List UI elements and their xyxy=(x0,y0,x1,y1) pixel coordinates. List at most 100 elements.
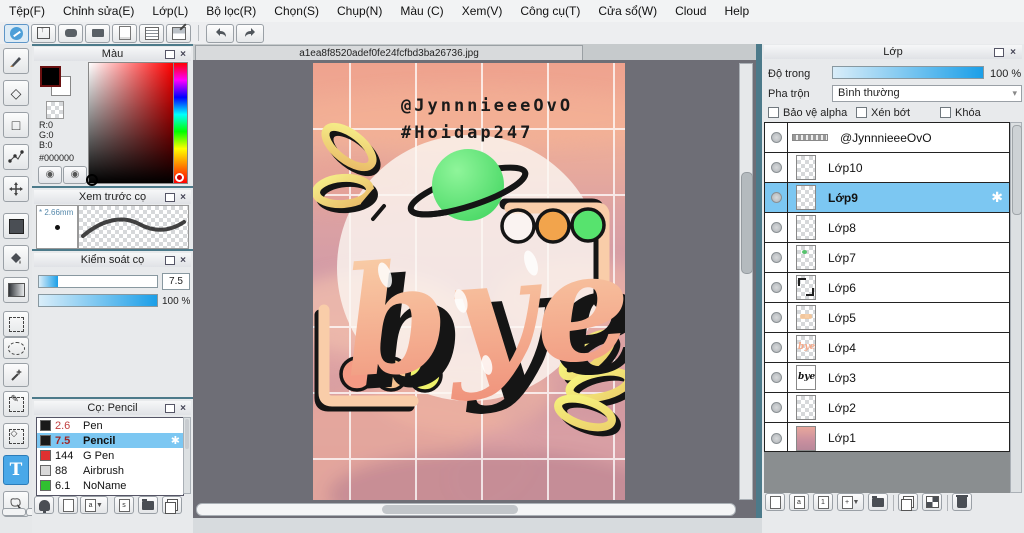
saturation-value-picker[interactable] xyxy=(86,62,174,186)
merge-layer-button[interactable] xyxy=(922,493,942,511)
document-tab[interactable]: a1ea8f8520adef0fe24fcfbd3ba26736.jpg xyxy=(195,45,583,61)
sv-cursor[interactable] xyxy=(86,174,98,186)
horizontal-scroll-thumb[interactable] xyxy=(382,505,518,514)
brush-folder-button[interactable] xyxy=(138,496,158,514)
undo-button[interactable] xyxy=(206,23,234,43)
strip-handle-left[interactable] xyxy=(2,508,26,516)
new-brush-from-button[interactable]: a ▼ xyxy=(80,496,108,514)
menu-filter[interactable]: Bộ lọc(R) xyxy=(197,0,265,22)
popout-icon[interactable] xyxy=(165,50,175,59)
hue-slider[interactable] xyxy=(173,62,188,184)
export-button[interactable] xyxy=(31,23,56,43)
preserve-alpha-checkbox[interactable] xyxy=(768,107,779,118)
clipping-checkbox[interactable] xyxy=(856,107,867,118)
popout-icon[interactable] xyxy=(165,404,175,413)
layer-visibility-toggle[interactable] xyxy=(765,183,788,212)
menu-window[interactable]: Cửa sổ(W) xyxy=(589,0,666,22)
document-button[interactable] xyxy=(112,23,137,43)
delete-layer-button[interactable] xyxy=(952,493,972,511)
foreground-color-swatch[interactable] xyxy=(40,66,61,87)
message-button[interactable] xyxy=(85,23,110,43)
menu-file[interactable]: Tệp(F) xyxy=(0,0,54,22)
gradient-tool[interactable] xyxy=(3,277,29,303)
brush-row-pencil[interactable]: 7.5 Pencil ✱ xyxy=(37,433,183,448)
palette-button-1[interactable]: ◉ xyxy=(38,166,62,184)
layer-row[interactable]: bye Lớp4 xyxy=(765,333,1009,363)
layer-list-scrollbar[interactable] xyxy=(1010,122,1022,493)
palette-button-2[interactable]: ◉ xyxy=(63,166,87,184)
layer-row[interactable]: Lớp6 xyxy=(765,273,1009,303)
layer-visibility-toggle[interactable] xyxy=(765,243,788,272)
new-vector-layer-button[interactable]: a xyxy=(789,493,809,511)
close-icon[interactable]: × xyxy=(178,191,188,205)
layer-visibility-toggle[interactable] xyxy=(765,333,788,362)
menu-color[interactable]: Màu (C) xyxy=(391,0,452,22)
vertical-scroll-thumb[interactable] xyxy=(741,172,753,274)
layer-visibility-toggle[interactable] xyxy=(765,153,788,182)
artwork-canvas[interactable]: @JynnnieeeOvO #Hoidap247 bye bye xyxy=(313,63,625,500)
layer-visibility-toggle[interactable] xyxy=(765,123,788,152)
layer-row[interactable]: @JynnnieeeOvO xyxy=(765,123,1009,153)
brush-row-airbrush[interactable]: 88 Airbrush xyxy=(37,463,183,478)
duplicate-layer-button[interactable] xyxy=(898,493,918,511)
hue-cursor[interactable] xyxy=(175,173,184,182)
layer-visibility-toggle[interactable] xyxy=(765,213,788,242)
menu-cloud[interactable]: Cloud xyxy=(666,0,715,22)
brush-list-scrollbar[interactable] xyxy=(183,417,191,494)
brush-row-gpen[interactable]: 144 G Pen xyxy=(37,448,183,463)
layer-row[interactable]: Lớp5 xyxy=(765,303,1009,333)
layer-opacity-slider[interactable] xyxy=(832,66,984,79)
brush-cloud-button[interactable] xyxy=(34,496,54,514)
brush-row-pen[interactable]: 2.6 Pen xyxy=(37,418,183,433)
select-eraser-tool[interactable]: ◇ xyxy=(3,423,29,449)
brush-size-slider[interactable] xyxy=(38,275,158,288)
layer-row-selected[interactable]: Lớp9 ✱ xyxy=(765,183,1009,213)
layer-row[interactable]: Lớp8 xyxy=(765,213,1009,243)
layer-visibility-toggle[interactable] xyxy=(765,393,788,422)
popout-icon[interactable] xyxy=(165,256,175,265)
brush-opacity-slider[interactable] xyxy=(38,294,158,307)
close-icon[interactable]: × xyxy=(178,48,188,62)
canvas-vertical-scrollbar[interactable] xyxy=(739,63,753,500)
select-rect-tool[interactable] xyxy=(3,311,29,337)
layer-row[interactable]: Lớp1 xyxy=(765,423,1009,453)
text-tool[interactable]: T xyxy=(3,455,29,485)
cloud-save-button[interactable] xyxy=(4,23,29,43)
brush-size-value[interactable]: 7.5 xyxy=(162,273,190,290)
new-layer-button[interactable] xyxy=(765,493,785,511)
menu-view[interactable]: Xem(V) xyxy=(453,0,512,22)
canvas-viewport[interactable]: @JynnnieeeOvO #Hoidap247 bye bye xyxy=(193,60,756,518)
brush-settings-gear-icon[interactable]: ✱ xyxy=(171,434,180,447)
menu-help[interactable]: Help xyxy=(715,0,758,22)
menu-select[interactable]: Chọn(S) xyxy=(265,0,328,22)
layer-visibility-toggle[interactable] xyxy=(765,303,788,332)
duplicate-brush-button[interactable] xyxy=(162,496,182,514)
new-folder-button[interactable] xyxy=(868,493,888,511)
rectangle-tool[interactable]: □ xyxy=(3,112,29,138)
polyline-tool[interactable] xyxy=(3,144,29,170)
comment-button[interactable] xyxy=(58,23,83,43)
menu-layer[interactable]: Lớp(L) xyxy=(143,0,197,22)
redo-button[interactable] xyxy=(236,23,264,43)
menu-tools[interactable]: Công cụ(T) xyxy=(511,0,589,22)
layer-row[interactable]: bye Lớp3 xyxy=(765,363,1009,393)
layer-visibility-toggle[interactable] xyxy=(765,273,788,302)
layer-row[interactable]: Lớp2 xyxy=(765,393,1009,423)
blend-mode-dropdown[interactable]: Bình thường ▾ xyxy=(832,85,1022,102)
new-layer-menu-button[interactable]: + ▼ xyxy=(837,493,864,511)
menu-edit[interactable]: Chỉnh sửa(E) xyxy=(54,0,143,22)
brush-tool[interactable] xyxy=(3,48,29,74)
transparent-color-swatch[interactable] xyxy=(46,101,64,119)
popout-icon[interactable] xyxy=(165,193,175,202)
layer-visibility-toggle[interactable] xyxy=(765,423,788,453)
canvas-horizontal-scrollbar[interactable] xyxy=(196,503,736,516)
new-paper-layer-button[interactable]: 1 xyxy=(813,493,833,511)
select-pen-tool[interactable]: ✎ xyxy=(3,391,29,417)
layer-row[interactable]: Lớp7 xyxy=(765,243,1009,273)
magic-wand-tool[interactable] xyxy=(3,363,29,387)
grid-edit-button[interactable] xyxy=(166,23,191,43)
save-brush-button[interactable]: s xyxy=(114,496,134,514)
menu-capture[interactable]: Chụp(N) xyxy=(328,0,391,22)
close-icon[interactable]: × xyxy=(178,402,188,416)
new-brush-button[interactable] xyxy=(58,496,78,514)
